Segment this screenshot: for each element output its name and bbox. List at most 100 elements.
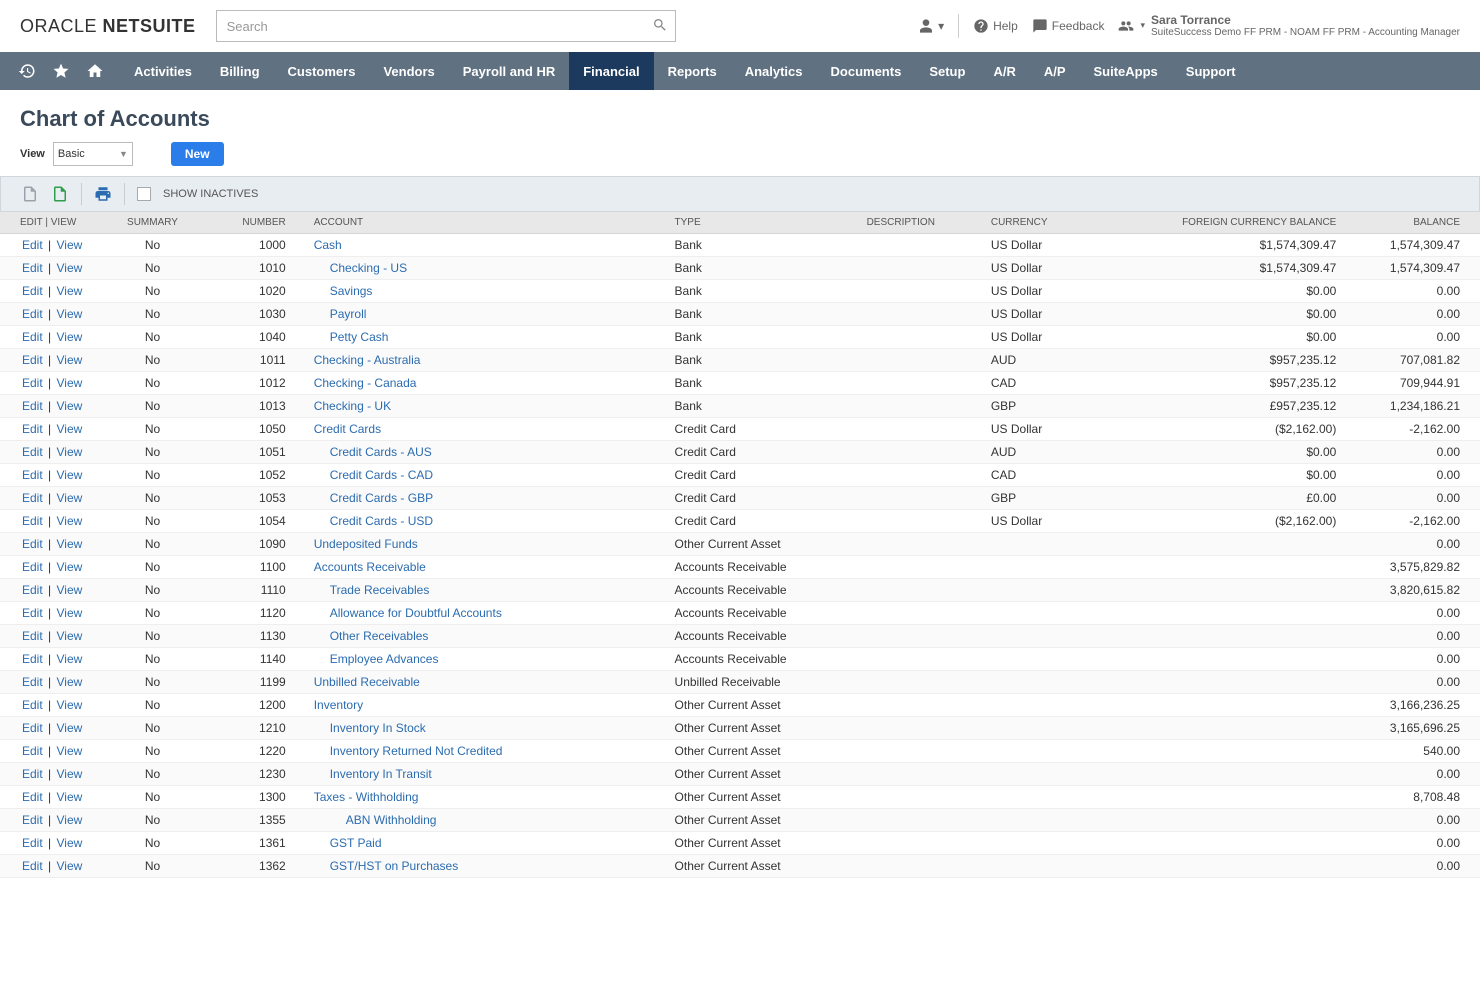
edit-link[interactable]: Edit xyxy=(22,583,43,597)
edit-link[interactable]: Edit xyxy=(22,836,43,850)
account-link[interactable]: Checking - US xyxy=(314,261,407,275)
account-link[interactable]: Inventory Returned Not Credited xyxy=(314,744,503,758)
edit-link[interactable]: Edit xyxy=(22,445,43,459)
account-link[interactable]: Accounts Receivable xyxy=(314,560,426,574)
view-link[interactable]: View xyxy=(56,399,82,413)
view-link[interactable]: View xyxy=(56,422,82,436)
nav-a-r[interactable]: A/R xyxy=(979,52,1029,90)
edit-link[interactable]: Edit xyxy=(22,353,43,367)
edit-link[interactable]: Edit xyxy=(22,491,43,505)
edit-link[interactable]: Edit xyxy=(22,744,43,758)
edit-link[interactable]: Edit xyxy=(22,675,43,689)
view-link[interactable]: View xyxy=(56,675,82,689)
nav-suiteapps[interactable]: SuiteApps xyxy=(1080,52,1172,90)
account-link[interactable]: Checking - Australia xyxy=(314,353,421,367)
edit-link[interactable]: Edit xyxy=(22,307,43,321)
view-link[interactable]: View xyxy=(56,652,82,666)
account-link[interactable]: Inventory In Transit xyxy=(314,767,432,781)
col-balance[interactable]: BALANCE xyxy=(1344,212,1480,234)
edit-link[interactable]: Edit xyxy=(22,721,43,735)
export-csv-icon[interactable] xyxy=(21,185,39,203)
star-icon[interactable] xyxy=(52,62,70,80)
nav-customers[interactable]: Customers xyxy=(274,52,370,90)
account-link[interactable]: Credit Cards - CAD xyxy=(314,468,433,482)
col-description[interactable]: DESCRIPTION xyxy=(859,212,983,234)
view-link[interactable]: View xyxy=(56,813,82,827)
col-number[interactable]: NUMBER xyxy=(203,212,293,234)
view-link[interactable]: View xyxy=(56,859,82,873)
nav-financial[interactable]: Financial xyxy=(569,52,653,90)
home-icon[interactable] xyxy=(86,62,104,80)
history-icon[interactable] xyxy=(18,62,36,80)
view-link[interactable]: View xyxy=(56,238,82,252)
nav-reports[interactable]: Reports xyxy=(654,52,731,90)
user-menu[interactable]: ▾ Sara Torrance SuiteSuccess Demo FF PRM… xyxy=(1118,13,1460,39)
edit-link[interactable]: Edit xyxy=(22,652,43,666)
edit-link[interactable]: Edit xyxy=(22,606,43,620)
view-link[interactable]: View xyxy=(56,514,82,528)
show-inactives-checkbox[interactable] xyxy=(137,187,151,201)
account-link[interactable]: Trade Receivables xyxy=(314,583,430,597)
account-link[interactable]: GST/HST on Purchases xyxy=(314,859,459,873)
export-excel-icon[interactable] xyxy=(51,185,69,203)
account-link[interactable]: Savings xyxy=(314,284,373,298)
view-link[interactable]: View xyxy=(56,307,82,321)
view-link[interactable]: View xyxy=(56,330,82,344)
view-select[interactable]: Basic ▼ xyxy=(53,142,133,166)
new-button[interactable]: New xyxy=(171,142,224,166)
edit-link[interactable]: Edit xyxy=(22,514,43,528)
edit-link[interactable]: Edit xyxy=(22,859,43,873)
view-link[interactable]: View xyxy=(56,790,82,804)
col-account[interactable]: ACCOUNT xyxy=(294,212,667,234)
account-link[interactable]: Inventory In Stock xyxy=(314,721,426,735)
view-link[interactable]: View xyxy=(56,583,82,597)
nav-documents[interactable]: Documents xyxy=(817,52,916,90)
account-link[interactable]: Allowance for Doubtful Accounts xyxy=(314,606,502,620)
view-link[interactable]: View xyxy=(56,284,82,298)
edit-link[interactable]: Edit xyxy=(22,629,43,643)
edit-link[interactable]: Edit xyxy=(22,813,43,827)
account-link[interactable]: Credit Cards - USD xyxy=(314,514,433,528)
account-link[interactable]: GST Paid xyxy=(314,836,382,850)
nav-setup[interactable]: Setup xyxy=(915,52,979,90)
edit-link[interactable]: Edit xyxy=(22,790,43,804)
edit-link[interactable]: Edit xyxy=(22,261,43,275)
edit-link[interactable]: Edit xyxy=(22,767,43,781)
role-switcher-icon[interactable]: ▾ xyxy=(918,18,944,34)
nav-billing[interactable]: Billing xyxy=(206,52,274,90)
account-link[interactable]: Checking - Canada xyxy=(314,376,417,390)
nav-vendors[interactable]: Vendors xyxy=(369,52,448,90)
nav-a-p[interactable]: A/P xyxy=(1030,52,1080,90)
account-link[interactable]: Credit Cards - GBP xyxy=(314,491,433,505)
edit-link[interactable]: Edit xyxy=(22,698,43,712)
edit-link[interactable]: Edit xyxy=(22,422,43,436)
view-link[interactable]: View xyxy=(56,491,82,505)
view-link[interactable]: View xyxy=(56,698,82,712)
feedback-button[interactable]: Feedback xyxy=(1032,18,1105,34)
view-link[interactable]: View xyxy=(56,445,82,459)
help-button[interactable]: Help xyxy=(973,18,1018,34)
edit-link[interactable]: Edit xyxy=(22,560,43,574)
edit-link[interactable]: Edit xyxy=(22,376,43,390)
print-icon[interactable] xyxy=(94,185,112,203)
nav-analytics[interactable]: Analytics xyxy=(731,52,817,90)
edit-link[interactable]: Edit xyxy=(22,284,43,298)
search-input[interactable] xyxy=(216,10,676,42)
account-link[interactable]: Unbilled Receivable xyxy=(314,675,420,689)
account-link[interactable]: Checking - UK xyxy=(314,399,391,413)
edit-link[interactable]: Edit xyxy=(22,399,43,413)
nav-activities[interactable]: Activities xyxy=(120,52,206,90)
view-link[interactable]: View xyxy=(56,560,82,574)
account-link[interactable]: Undeposited Funds xyxy=(314,537,418,551)
col-editview[interactable]: EDIT | VIEW xyxy=(0,212,102,234)
view-link[interactable]: View xyxy=(56,606,82,620)
account-link[interactable]: Petty Cash xyxy=(314,330,389,344)
edit-link[interactable]: Edit xyxy=(22,468,43,482)
search-icon[interactable] xyxy=(652,17,668,33)
account-link[interactable]: Other Receivables xyxy=(314,629,429,643)
view-link[interactable]: View xyxy=(56,744,82,758)
edit-link[interactable]: Edit xyxy=(22,537,43,551)
account-link[interactable]: Cash xyxy=(314,238,342,252)
view-link[interactable]: View xyxy=(56,836,82,850)
nav-payroll-and-hr[interactable]: Payroll and HR xyxy=(449,52,569,90)
